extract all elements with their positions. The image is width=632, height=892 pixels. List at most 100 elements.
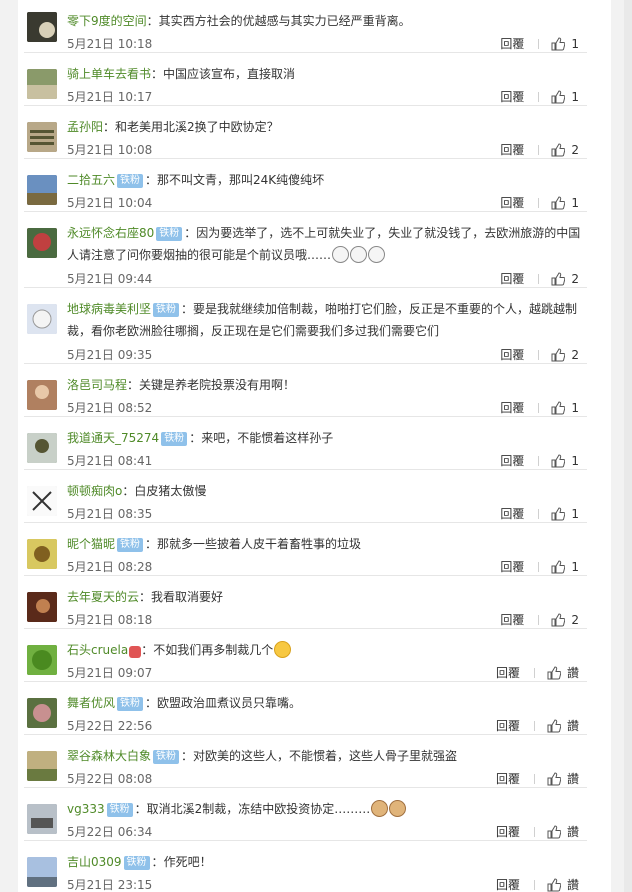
like-label[interactable]: 讚: [567, 878, 579, 892]
thumbs-up-icon[interactable]: [547, 666, 562, 683]
avatar[interactable]: [27, 433, 57, 463]
comment-text: 对欧美的这些人，不能惯着，这些人骨子里就强盗: [193, 749, 458, 763]
avatar-image-icon: [27, 175, 57, 205]
thumbs-up-icon[interactable]: [547, 878, 562, 892]
thumbs-up-icon[interactable]: [551, 196, 566, 213]
avatar[interactable]: [27, 751, 57, 781]
thumbs-up-icon[interactable]: [551, 348, 566, 365]
username-link[interactable]: 地球病毒美利坚: [67, 302, 151, 316]
like-label[interactable]: 讚: [567, 825, 579, 839]
thumbs-up-icon[interactable]: [547, 772, 562, 789]
like-label[interactable]: 讚: [567, 666, 579, 680]
reply-button[interactable]: 回覆: [500, 143, 524, 157]
like-label[interactable]: 讚: [567, 772, 579, 786]
fan-badge: 铁粉: [153, 750, 180, 764]
heart-badge-icon: [129, 646, 142, 658]
reply-button[interactable]: 回覆: [500, 348, 524, 362]
avatar[interactable]: [27, 69, 57, 99]
comment-item: 永远怀念右座80 铁粉 ：因为要选举了，选不上可就失业了，失业了就没钱了，去欧洲旅游…: [24, 212, 587, 288]
thumbs-up-icon[interactable]: [551, 37, 566, 54]
thumbs-up-icon[interactable]: [551, 454, 566, 471]
reply-button[interactable]: 回覆: [500, 401, 524, 415]
comment-item: 翠谷森林大白象 铁粉 ：对欧美的这些人，不能惯着，这些人骨子里就强盗 5月22日 0…: [24, 735, 587, 788]
like-count[interactable]: 1: [571, 454, 579, 468]
avatar[interactable]: [27, 698, 57, 728]
thumbs-up-icon[interactable]: [551, 613, 566, 630]
reply-button[interactable]: 回覆: [496, 825, 520, 839]
comment-item: 顿顿痴肉o：白皮猪太傲慢 5月21日 08:35 回覆 1: [24, 470, 587, 523]
avatar[interactable]: [27, 645, 57, 675]
comment-text: 中国应该宣布，直接取消: [163, 67, 296, 81]
like-count[interactable]: 1: [571, 90, 579, 104]
reply-button[interactable]: 回覆: [500, 90, 524, 104]
thumbs-up-icon[interactable]: [551, 560, 566, 577]
comment-item: 骑上单车去看书：中国应该宣布，直接取消 5月21日 10:17 回覆 1: [24, 53, 587, 106]
like-count[interactable]: 2: [571, 272, 579, 286]
thumbs-up-icon[interactable]: [547, 825, 562, 842]
reply-button[interactable]: 回覆: [500, 196, 524, 210]
username-link[interactable]: 零下9度的空间: [67, 14, 147, 28]
avatar[interactable]: [27, 304, 57, 334]
username-link[interactable]: vg333: [67, 802, 105, 816]
username-link[interactable]: 昵个猫昵: [67, 537, 115, 551]
like-count[interactable]: 1: [571, 196, 579, 210]
thumbs-up-icon[interactable]: [551, 90, 566, 107]
username-link[interactable]: 吉山0309: [67, 855, 122, 869]
username-link[interactable]: 舞者优风: [67, 696, 115, 710]
avatar[interactable]: [27, 175, 57, 205]
thumbs-up-icon[interactable]: [551, 401, 566, 418]
avatar-image-icon: [27, 698, 57, 728]
like-label[interactable]: 讚: [567, 719, 579, 733]
comment-text: 要是我就继续加倍制裁，啪啪打它们脸，反正是不重要的个人，越跳越制: [193, 302, 578, 316]
reply-button[interactable]: 回覆: [496, 719, 520, 733]
reply-button[interactable]: 回覆: [496, 878, 520, 892]
reply-button[interactable]: 回覆: [500, 613, 524, 627]
username-link[interactable]: 骑上单车去看书: [67, 67, 151, 81]
like-count[interactable]: 1: [571, 507, 579, 521]
comment-actions: 回覆 2: [500, 270, 579, 289]
thumbs-up-icon[interactable]: [551, 507, 566, 524]
like-count[interactable]: 2: [571, 348, 579, 362]
avatar-image-icon: [27, 539, 57, 569]
avatar[interactable]: [27, 486, 57, 516]
avatar[interactable]: [27, 592, 57, 622]
username-link[interactable]: 石头cruela: [67, 643, 128, 657]
avatar-image-icon: [27, 12, 57, 42]
like-count[interactable]: 2: [571, 143, 579, 157]
reply-button[interactable]: 回覆: [500, 560, 524, 574]
avatar-image-icon: [27, 751, 57, 781]
avatar[interactable]: [27, 122, 57, 152]
username-link[interactable]: 我道通天_75274: [67, 431, 159, 445]
like-count[interactable]: 1: [571, 401, 579, 415]
username-link[interactable]: 顿顿痴肉o: [67, 484, 122, 498]
avatar[interactable]: [27, 12, 57, 42]
like-count[interactable]: 1: [571, 560, 579, 574]
avatar[interactable]: [27, 228, 57, 258]
like-count[interactable]: 1: [571, 37, 579, 51]
reply-button[interactable]: 回覆: [500, 454, 524, 468]
username-link[interactable]: 永远怀念右座80: [67, 226, 154, 240]
username-link[interactable]: 翠谷森林大白象: [67, 749, 151, 763]
avatar[interactable]: [27, 857, 57, 887]
reply-button[interactable]: 回覆: [500, 272, 524, 286]
username-link[interactable]: 去年夏天的云: [67, 590, 139, 604]
scrollbar-track[interactable]: [624, 0, 632, 892]
comment-time: 5月21日 09:44: [67, 272, 153, 286]
thumbs-up-icon[interactable]: [551, 272, 566, 289]
username-link[interactable]: 洛邑司马程: [67, 378, 127, 392]
reply-button[interactable]: 回覆: [496, 666, 520, 680]
reply-button[interactable]: 回覆: [500, 37, 524, 51]
reply-button[interactable]: 回覆: [496, 772, 520, 786]
reply-button[interactable]: 回覆: [500, 507, 524, 521]
username-link[interactable]: 二拾五六: [67, 173, 115, 187]
avatar[interactable]: [27, 804, 57, 834]
shocked-face-emoji-icon: [332, 246, 350, 263]
comment-item: 地球病毒美利坚 铁粉 ：要是我就继续加倍制裁，啪啪打它们脸，反正是不重要的个人，越跳…: [24, 288, 587, 364]
avatar[interactable]: [27, 380, 57, 410]
username-link[interactable]: 孟孙阳: [67, 120, 103, 134]
avatar[interactable]: [27, 539, 57, 569]
thumbs-up-icon[interactable]: [551, 143, 566, 160]
thumbs-up-icon[interactable]: [547, 719, 562, 736]
like-count[interactable]: 2: [571, 613, 579, 627]
comment-text: 不如我们再多制裁几个: [153, 643, 274, 657]
